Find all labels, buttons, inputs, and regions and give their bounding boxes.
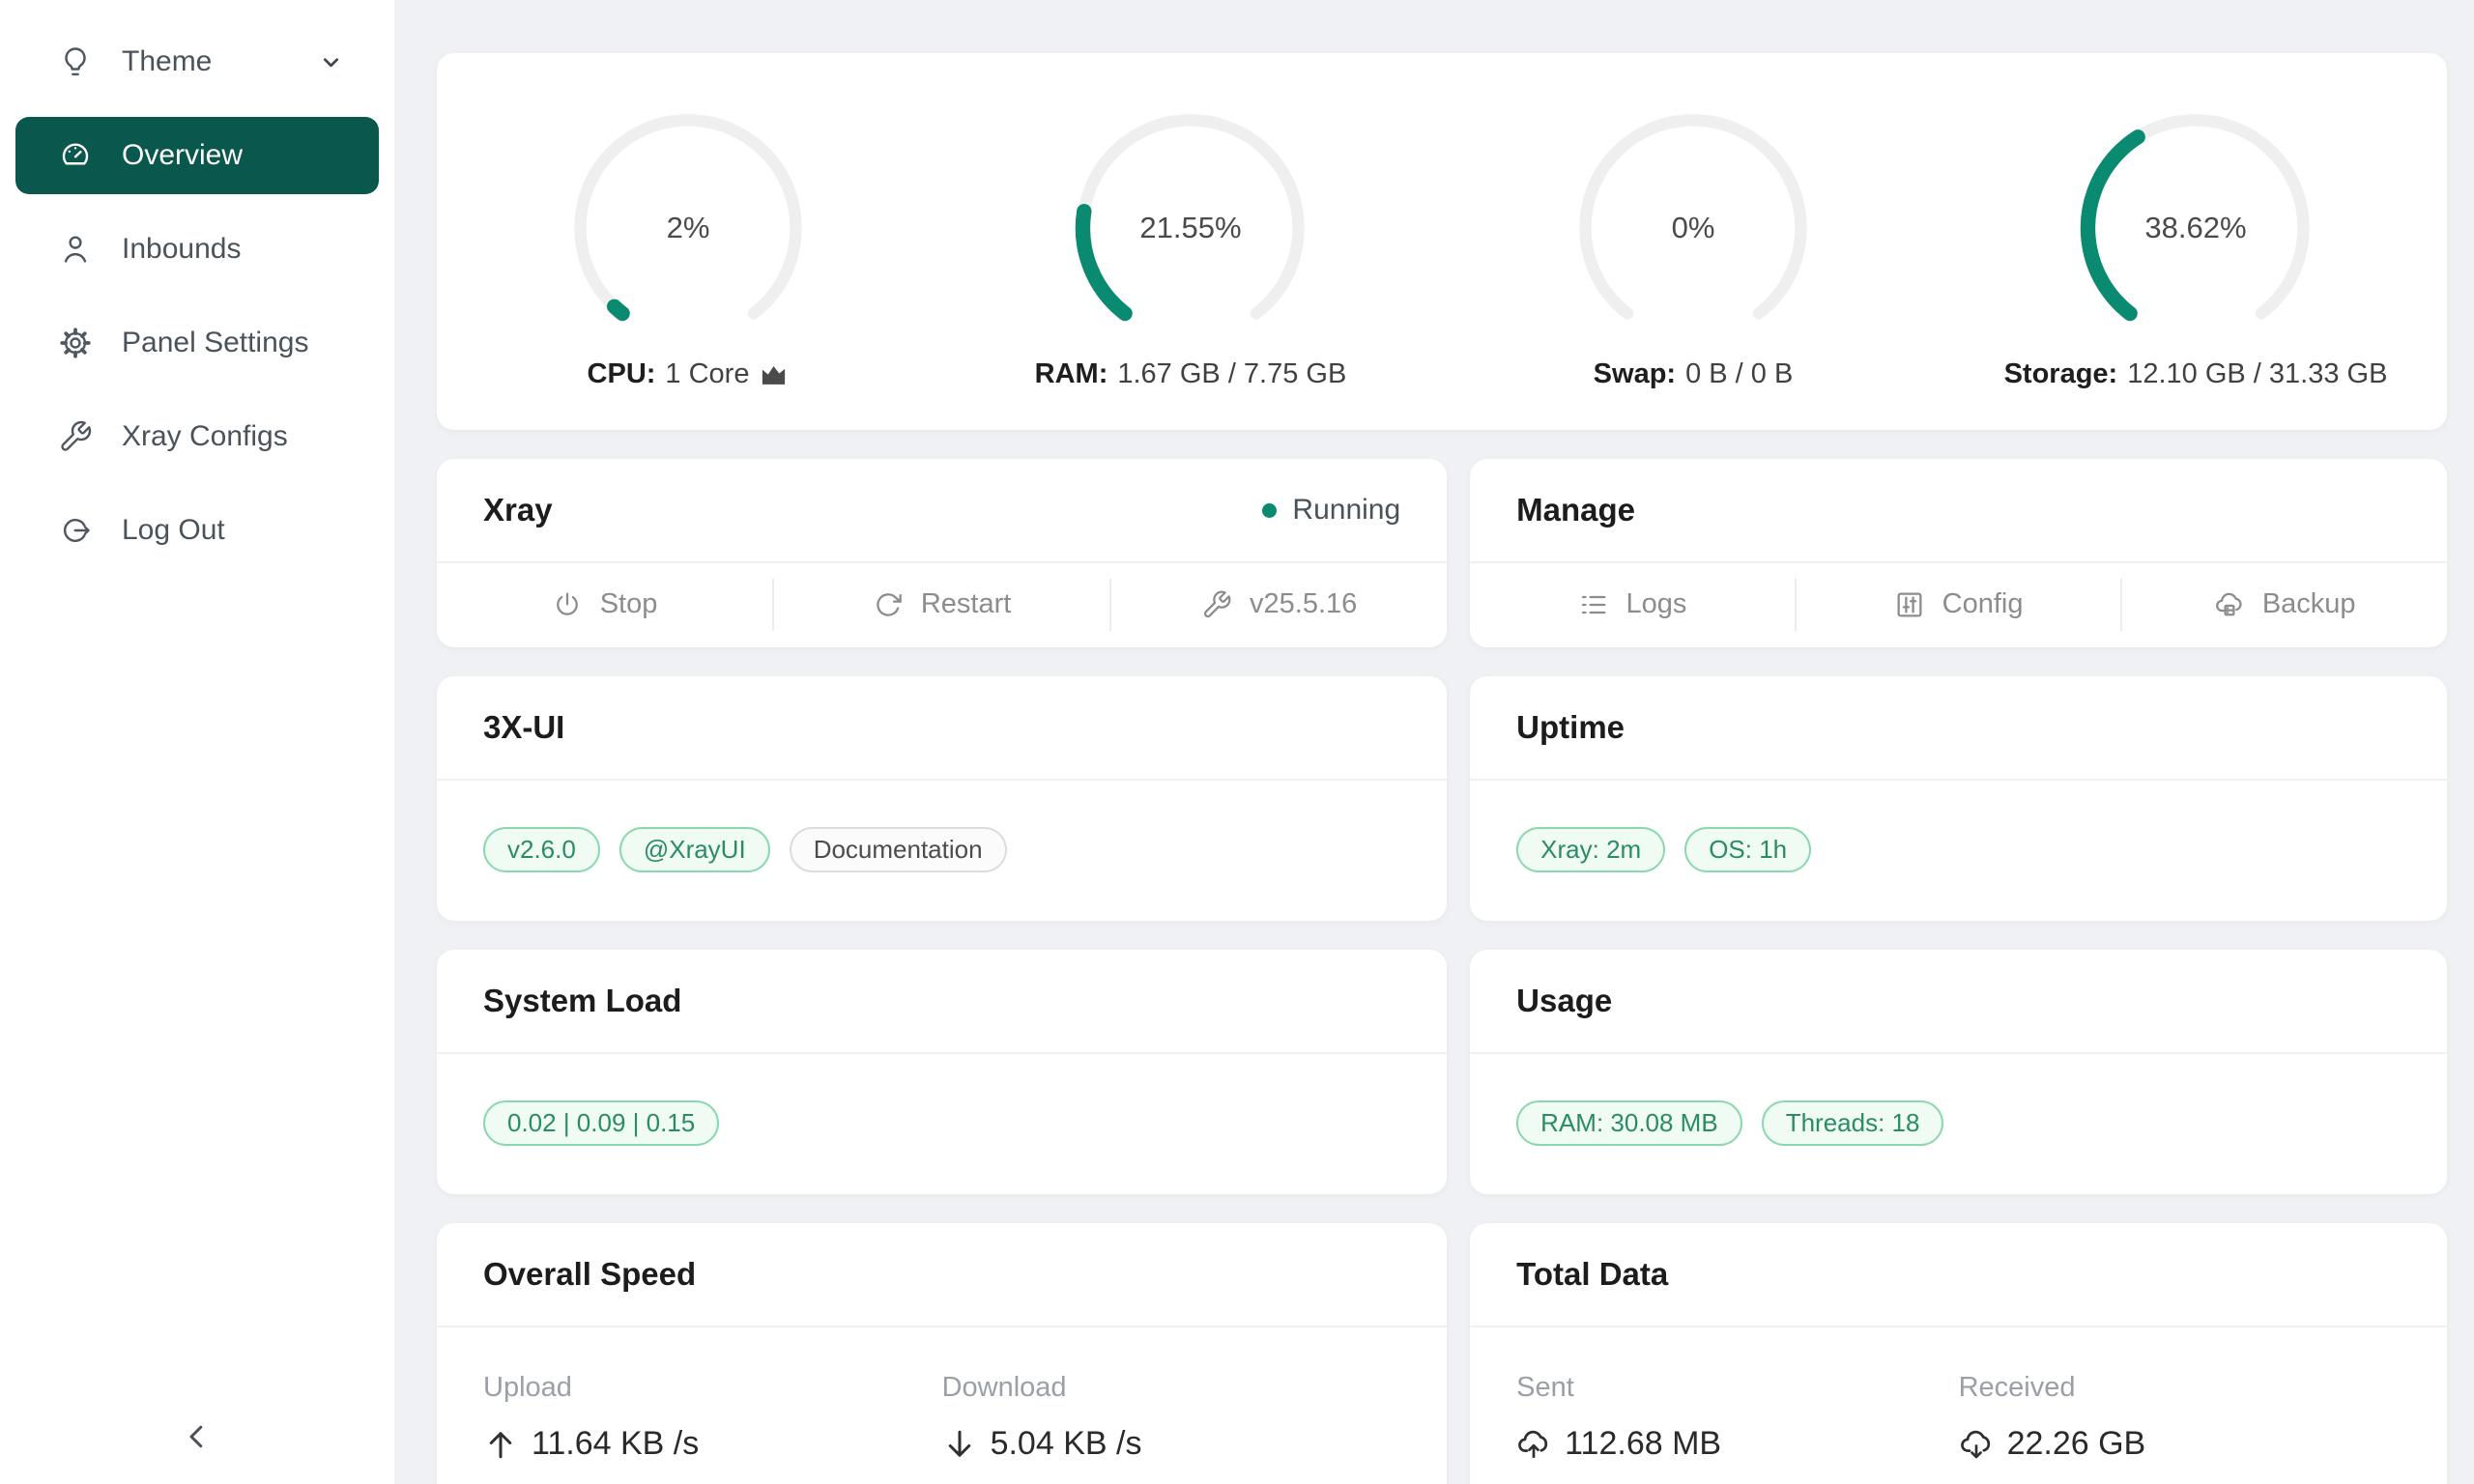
wrench-icon <box>1201 589 1232 620</box>
sidebar-item-log-out[interactable]: Log Out <box>15 492 379 569</box>
uptime-card-title: Uptime <box>1516 709 1625 746</box>
restart-icon <box>873 589 904 620</box>
app-root: Theme Overview Inbounds <box>0 0 2474 1484</box>
chart-area-icon[interactable] <box>759 359 789 389</box>
os-uptime-badge: OS: 1h <box>1684 827 1811 872</box>
usage-card-title: Usage <box>1516 983 1612 1019</box>
sidebar-item-overview[interactable]: Overview <box>15 117 379 194</box>
chevron-down-icon <box>318 49 344 75</box>
arrow-down-icon <box>942 1427 977 1462</box>
gauge-percent: 38.62% <box>2075 107 2316 349</box>
gauge-percent: 2% <box>567 107 809 349</box>
ram-usage-badge: RAM: 30.08 MB <box>1516 1100 1742 1146</box>
xray-card: Xray Running Stop <box>437 459 1447 647</box>
xray-card-title: Xray <box>483 492 553 528</box>
user-icon <box>58 232 93 267</box>
threads-badge: Threads: 18 <box>1762 1100 1944 1146</box>
download-speed-stat: Download 5.04 KB /s <box>942 1372 1401 1463</box>
gauge-swap: 0% Swap: 0 B / 0 B <box>1442 107 1944 390</box>
gauge-label: Swap: 0 B / 0 B <box>1594 358 1794 390</box>
overall-speed-card: Overall Speed Upload 11.64 KB /s Downl <box>437 1223 1447 1484</box>
received-data-stat: Received 22.26 GB <box>1959 1372 2401 1463</box>
xray-version-button[interactable]: v25.5.16 <box>1111 563 1447 645</box>
sent-data-stat: Sent 112.68 MB <box>1516 1372 1958 1463</box>
sidebar-item-xray-configs[interactable]: Xray Configs <box>15 398 379 475</box>
sidebar-item-label: Inbounds <box>122 233 241 266</box>
sidebar-collapse-button[interactable] <box>0 1419 394 1459</box>
list-icon <box>1578 589 1609 620</box>
gauge-ram: 21.55% RAM: 1.67 GB / 7.75 GB <box>939 107 1442 390</box>
gauge-label: CPU: 1 Core <box>588 358 790 390</box>
sidebar-item-inbounds[interactable]: Inbounds <box>15 211 379 288</box>
gear-icon <box>58 326 93 360</box>
cloud-server-icon <box>2214 589 2245 620</box>
chevron-left-icon <box>180 1419 215 1459</box>
cloud-download-icon <box>1959 1427 1994 1462</box>
bulb-icon <box>58 44 93 79</box>
sidebar-item-label: Log Out <box>122 514 225 547</box>
sidebar-item-label: Overview <box>122 139 243 172</box>
xray-restart-button[interactable]: Restart <box>774 563 1109 645</box>
uptime-card: Uptime Xray: 2m OS: 1h <box>1470 676 2447 921</box>
xray-stop-button[interactable]: Stop <box>437 563 772 645</box>
system-load-card: System Load 0.02 | 0.09 | 0.15 <box>437 950 1447 1194</box>
system-gauges-card: 2% CPU: 1 Core 21.55% <box>437 53 2447 430</box>
manage-card: Manage Logs Config <box>1470 459 2447 647</box>
gauge-storage: 38.62% Storage: 12.10 GB / 31.33 GB <box>1944 107 2447 390</box>
status-dot <box>1262 503 1277 518</box>
documentation-tag[interactable]: Documentation <box>790 827 1007 872</box>
sidebar-item-label: Theme <box>122 45 212 78</box>
dashboard-icon <box>58 138 93 173</box>
xui-card: 3X-UI v2.6.0 @XrayUI Documentation <box>437 676 1447 921</box>
sidebar-item-theme[interactable]: Theme <box>15 23 379 100</box>
system-load-card-title: System Load <box>483 983 681 1019</box>
arrow-up-icon <box>483 1427 518 1462</box>
sidebar-item-label: Panel Settings <box>122 327 308 359</box>
total-data-card-title: Total Data <box>1516 1256 1668 1293</box>
usage-card: Usage RAM: 30.08 MB Threads: 18 <box>1470 950 2447 1194</box>
gauge-label: RAM: 1.67 GB / 7.75 GB <box>1035 358 1347 390</box>
telegram-tag[interactable]: @XrayUI <box>619 827 770 872</box>
main-content: 2% CPU: 1 Core 21.55% <box>394 0 2474 1484</box>
sidebar-item-panel-settings[interactable]: Panel Settings <box>15 304 379 382</box>
load-average-badge: 0.02 | 0.09 | 0.15 <box>483 1100 719 1146</box>
logout-icon <box>58 513 93 548</box>
cloud-upload-icon <box>1516 1427 1551 1462</box>
sliders-icon <box>1894 589 1925 620</box>
xray-status-badge: Running <box>1262 494 1400 527</box>
gauge-cpu: 2% CPU: 1 Core <box>437 107 939 390</box>
config-button[interactable]: Config <box>1797 563 2121 645</box>
version-tag[interactable]: v2.6.0 <box>483 827 600 872</box>
total-data-card: Total Data Sent 112.68 MB Received <box>1470 1223 2447 1484</box>
power-icon <box>552 589 583 620</box>
xray-uptime-badge: Xray: 2m <box>1516 827 1665 872</box>
sidebar: Theme Overview Inbounds <box>0 0 394 1484</box>
logs-button[interactable]: Logs <box>1470 563 1795 645</box>
upload-speed-stat: Upload 11.64 KB /s <box>483 1372 942 1463</box>
wrench-icon <box>58 419 93 454</box>
sidebar-menu: Theme Overview Inbounds <box>0 0 394 569</box>
xui-card-title: 3X-UI <box>483 709 564 746</box>
gauge-label: Storage: 12.10 GB / 31.33 GB <box>2004 358 2388 390</box>
backup-button[interactable]: Backup <box>2122 563 2447 645</box>
gauge-percent: 21.55% <box>1070 107 1311 349</box>
sidebar-item-label: Xray Configs <box>122 420 288 453</box>
overall-speed-card-title: Overall Speed <box>483 1256 696 1293</box>
manage-card-title: Manage <box>1516 492 1635 528</box>
gauge-percent: 0% <box>1572 107 1814 349</box>
